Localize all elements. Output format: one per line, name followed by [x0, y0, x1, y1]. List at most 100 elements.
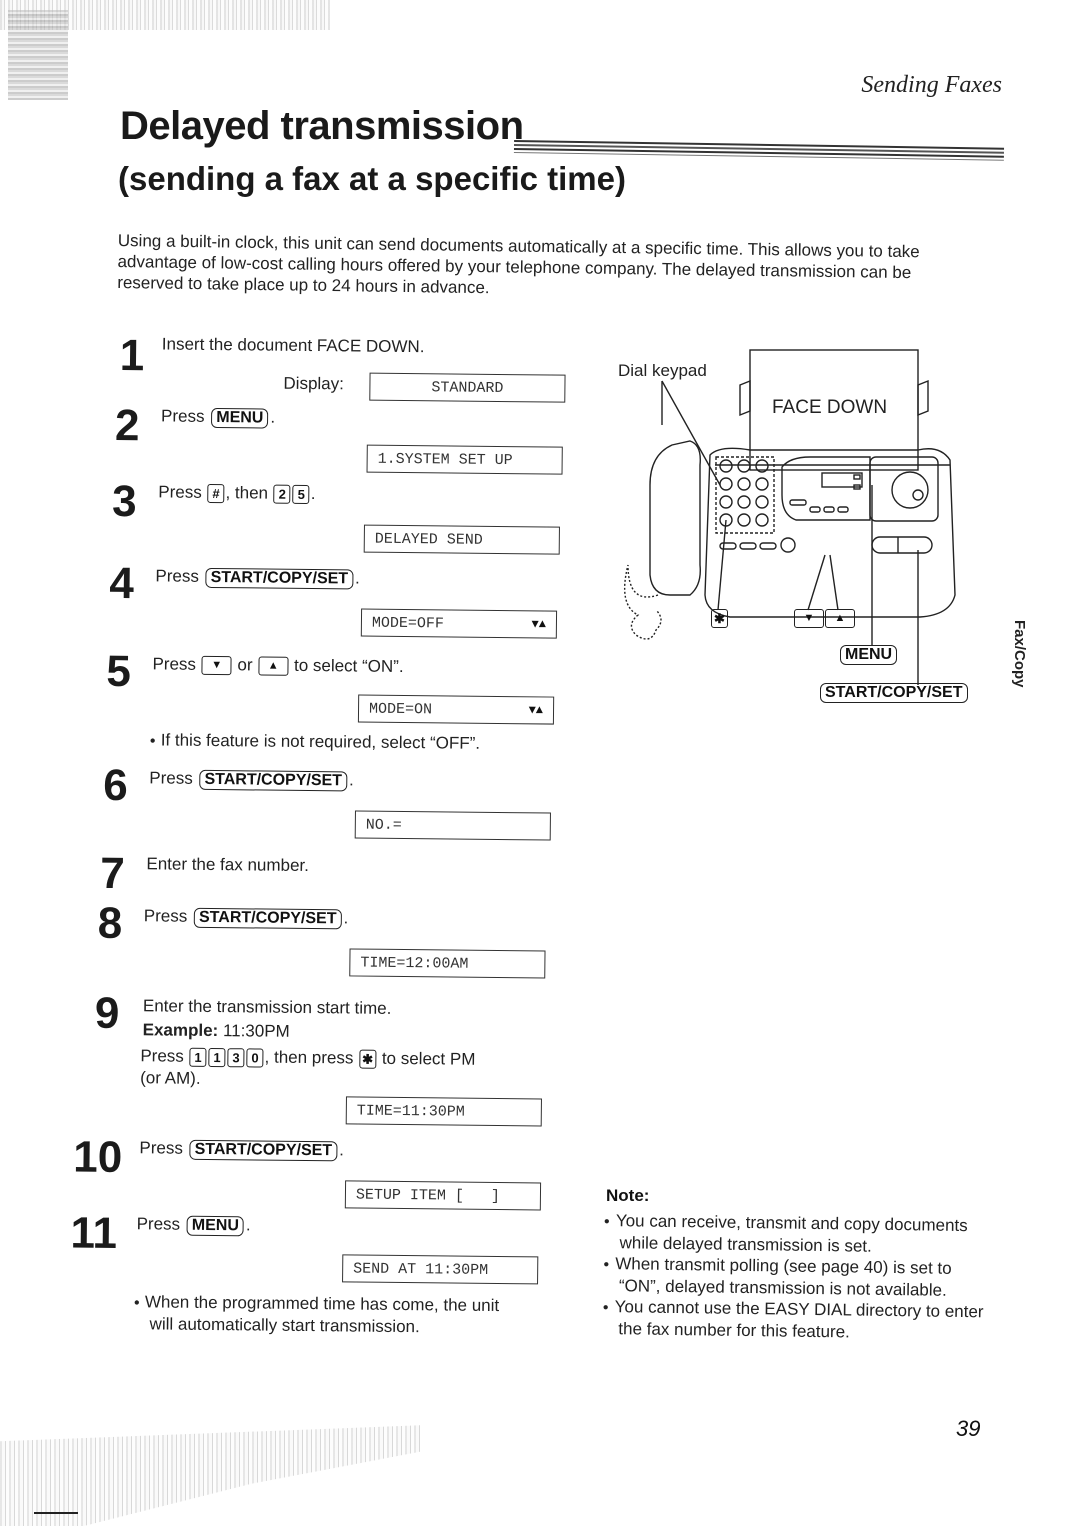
step-text: Press #, then 25.	[158, 482, 316, 505]
leader-line-keypad	[661, 380, 721, 486]
start-copy-set-key: START/COPY/SET	[199, 769, 348, 792]
step-bullet-note: When the programmed time has come, the u…	[134, 1292, 500, 1316]
step-number: 9	[94, 988, 120, 1039]
hash-key: #	[207, 483, 225, 504]
lcd-display: SETUP ITEM [ ]	[344, 1180, 542, 1211]
lcd-display: TIME=11:30PM	[345, 1096, 542, 1127]
face-down-label: FACE DOWN	[772, 397, 888, 418]
step-number: 6	[102, 760, 128, 811]
lcd-display: MODE=ON ▼▲	[357, 694, 555, 725]
step-number: 7	[100, 848, 126, 899]
select-pm-label: to select PM	[381, 1048, 476, 1069]
press-label: Press	[149, 768, 193, 788]
start-copy-set-key: START/COPY/SET	[193, 907, 342, 930]
lcd-text: NO.=	[365, 816, 402, 834]
digit-key: 1	[208, 1047, 226, 1068]
step-text: Enter the transmission start time.	[142, 996, 392, 1018]
lcd-text: SEND AT 11:30PM	[353, 1259, 489, 1279]
digit-key: 2	[273, 484, 291, 504]
lcd-display: TIME=12:00AM	[349, 948, 546, 979]
select-on-label: to select “ON”.	[293, 655, 404, 676]
lcd-text: TIME=11:30PM	[356, 1102, 465, 1121]
dial-keypad-label: Dial keypad	[618, 361, 707, 380]
step-number: 1	[119, 330, 145, 381]
lcd-display: NO.=	[354, 810, 551, 841]
step-text: Press 1130, then press ✱ to select PM	[140, 1046, 475, 1070]
start-copy-set-key: START/COPY/SET	[205, 567, 354, 590]
menu-key: MENU	[186, 1215, 245, 1237]
example-line: Example: 11:30PM	[143, 1020, 290, 1042]
step-number: 8	[97, 898, 123, 949]
lcd-text: 1.SYSTEM SET UP	[377, 450, 513, 469]
step-text: Press START/COPY/SET.	[143, 906, 349, 930]
step-text: Press MENU.	[136, 1214, 251, 1237]
digit-key: 1	[189, 1047, 207, 1067]
side-tab-fax-copy: Fax/Copy	[1011, 620, 1028, 688]
step-number: 3	[111, 476, 137, 527]
step-text: (or AM).	[140, 1068, 201, 1088]
section-label: Sending Faxes	[861, 72, 1002, 98]
start-button-shape	[871, 536, 933, 554]
note-item: When transmit polling (see page 40) is s…	[603, 1253, 994, 1301]
step-text: Press ▼ or ▲ to select “ON”.	[152, 654, 403, 677]
step-text: Press MENU.	[161, 406, 276, 429]
step-number: 10	[73, 1132, 123, 1183]
press-label: Press	[158, 482, 202, 502]
down-key: ▼	[794, 609, 824, 628]
lcd-text: MODE=OFF	[371, 614, 445, 632]
start-copy-set-key: START/COPY/SET	[820, 683, 968, 703]
digit-key: 5	[292, 484, 310, 505]
down-key: ▼	[201, 655, 232, 676]
menu-key: MENU	[211, 407, 269, 429]
up-down-arrows-icon: ▼▲	[531, 617, 547, 632]
note-list: You can receive, transmit and copy docum…	[602, 1210, 994, 1344]
up-key: ▲	[825, 609, 855, 628]
then-press-label: , then press	[264, 1047, 354, 1068]
note-item: You cannot use the EASY DIAL directory t…	[602, 1296, 993, 1344]
up-down-arrows-icon: ▼▲	[528, 703, 544, 718]
example-value: 11:30PM	[222, 1021, 290, 1041]
lcd-display: DELAYED SEND	[363, 524, 560, 555]
fax-machine-figure: Dial keypad FACE DOWN ✱ ▼ ▲ MENU START/C…	[610, 345, 1030, 715]
lcd-text: DELAYED SEND	[374, 530, 483, 549]
press-label: Press	[136, 1214, 181, 1234]
menu-key: MENU	[840, 645, 898, 665]
press-label: Press	[152, 654, 197, 674]
step-text: Press START/COPY/SET.	[149, 768, 354, 792]
star-key: ✱	[711, 609, 728, 628]
lcd-display: 1.SYSTEM SET UP	[366, 444, 563, 475]
digit-key: 3	[227, 1048, 245, 1068]
star-key: ✱	[359, 1049, 377, 1069]
step-number: 2	[114, 400, 140, 451]
press-label: Press	[140, 1046, 184, 1066]
step-text: Insert the document FACE DOWN.	[161, 334, 425, 357]
lcd-display: MODE=OFF ▼▲	[360, 608, 558, 639]
up-key: ▲	[258, 656, 289, 676]
digit-key: 0	[246, 1048, 264, 1068]
step-number: 11	[70, 1208, 118, 1259]
press-label: Press	[143, 906, 188, 926]
step-bullet-note-cont: will automatically start transmission.	[149, 1314, 420, 1337]
lcd-text: MODE=ON	[368, 700, 433, 718]
then-label: , then	[225, 483, 269, 503]
step-text: Press START/COPY/SET.	[139, 1138, 344, 1162]
lcd-display: STANDARD	[369, 372, 566, 403]
display-label: Display:	[283, 373, 345, 394]
press-label: Press	[155, 566, 199, 586]
lcd-text: STANDARD	[431, 378, 504, 397]
step-bullet-note: If this feature is not required, select …	[150, 730, 481, 753]
note-title: Note:	[606, 1186, 650, 1205]
steps-list: 1 Insert the document FACE DOWN. Display…	[0, 0, 603, 1405]
lcd-display: SEND AT 11:30PM	[342, 1254, 539, 1285]
step-text: Press START/COPY/SET.	[155, 566, 360, 590]
press-label: Press	[139, 1138, 184, 1158]
lcd-text: SETUP ITEM [ ]	[355, 1186, 501, 1205]
paper-guide-right	[917, 379, 929, 417]
example-label: Example:	[142, 1020, 219, 1041]
lcd-text: TIME=12:00AM	[360, 954, 469, 973]
page-number: 39	[956, 1416, 981, 1441]
or-label: or	[237, 655, 253, 675]
press-label: Press	[161, 406, 205, 426]
scan-mark	[34, 1512, 78, 1514]
step-text: Enter the fax number.	[146, 854, 310, 876]
